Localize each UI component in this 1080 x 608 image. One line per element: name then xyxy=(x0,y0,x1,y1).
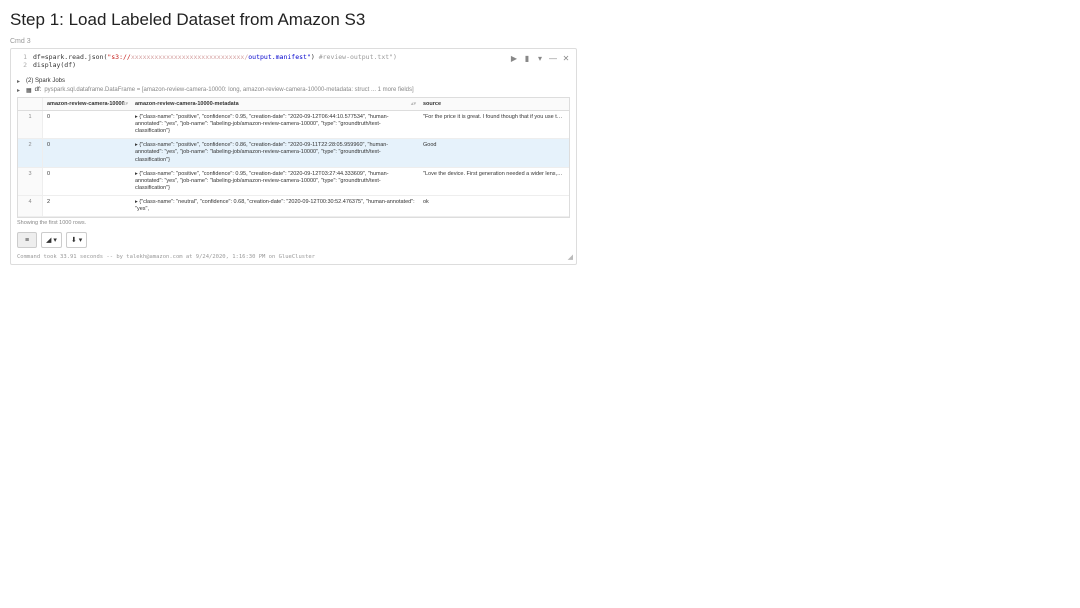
cell-metadata: ▸ {"class-name": "neutral", "confidence"… xyxy=(131,196,419,217)
cell-source: "Love the device. First generation neede… xyxy=(419,167,569,195)
chevron-down-icon[interactable]: ▾ xyxy=(536,54,544,62)
row-index: 4 xyxy=(18,196,43,217)
caret-right-icon: ▸ xyxy=(17,87,23,94)
cell-value: 2 xyxy=(43,196,132,217)
spark-jobs-toggle[interactable]: ▸ (2) Spark Jobs xyxy=(17,77,570,86)
table-row[interactable]: 4 2 ▸ {"class-name": "neutral", "confide… xyxy=(18,196,569,217)
cell-metadata: ▸ {"class-name": "positive", "confidence… xyxy=(131,110,419,138)
row-index: 2 xyxy=(18,139,43,167)
notebook-cell: ▶ ▮ ▾ — ✕ 1 df=spark.read.json("s3://xxx… xyxy=(10,48,577,265)
schema-text: pyspark.sql.dataframe.DataFrame = [amazo… xyxy=(44,87,413,93)
code-text: display(df) xyxy=(33,61,76,69)
bar-chart-icon[interactable]: ▮ xyxy=(523,54,531,62)
column-header[interactable]: amazon-review-camera-10000▴▾ xyxy=(43,98,132,111)
sort-icon: ▴▾ xyxy=(411,101,416,107)
code-text: df=spark.read.json("s3://xxxxxxxxxxxxxxx… xyxy=(33,53,397,61)
cell-metadata: ▸ {"class-name": "positive", "confidence… xyxy=(131,167,419,195)
line-number: 1 xyxy=(15,53,33,61)
cell-value: 0 xyxy=(43,110,132,138)
cell-toolbar: ▶ ▮ ▾ — ✕ xyxy=(510,54,570,62)
table-row[interactable]: 2 0 ▸ {"class-name": "positive", "confid… xyxy=(18,139,569,167)
run-icon[interactable]: ▶ xyxy=(510,54,518,62)
row-index: 1 xyxy=(18,110,43,138)
cell-source: Good xyxy=(419,139,569,167)
step-title: Step 1: Load Labeled Dataset from Amazon… xyxy=(10,10,1070,30)
table-row[interactable]: 1 0 ▸ {"class-name": "positive", "confid… xyxy=(18,110,569,138)
execution-footer: Command took 33.91 seconds -- by talekh@… xyxy=(11,252,576,264)
download-button[interactable]: ⬇▾ xyxy=(66,232,87,248)
spark-jobs-label: (2) Spark Jobs xyxy=(26,78,65,84)
caret-right-icon: ▸ xyxy=(17,78,23,85)
column-header[interactable]: source xyxy=(419,98,569,111)
schema-toggle[interactable]: ▸ ▦ df: pyspark.sql.dataframe.DataFrame … xyxy=(17,86,570,95)
chart-view-button[interactable]: ◢▾ xyxy=(41,232,62,248)
view-toolbar: ≡ ◢▾ ⬇▾ xyxy=(11,228,576,252)
result-table: amazon-review-camera-10000▴▾ amazon-revi… xyxy=(17,97,570,219)
line-number: 2 xyxy=(15,61,33,69)
table-view-button[interactable]: ≡ xyxy=(17,232,37,248)
minimize-icon[interactable]: — xyxy=(549,54,557,62)
row-index-header xyxy=(18,98,43,111)
row-index: 3 xyxy=(18,167,43,195)
table-icon: ▦ xyxy=(26,87,32,94)
row-count-label: Showing the first 1000 rows. xyxy=(11,218,576,228)
close-icon[interactable]: ✕ xyxy=(562,54,570,62)
cell-source: "For the price it is great. I found thou… xyxy=(419,110,569,138)
sort-icon: ▴▾ xyxy=(123,101,128,107)
cell-value: 0 xyxy=(43,167,132,195)
code-editor[interactable]: 1 df=spark.read.json("s3://xxxxxxxxxxxxx… xyxy=(11,49,576,74)
cell-source: ok xyxy=(419,196,569,217)
cell-value: 0 xyxy=(43,139,132,167)
resize-handle[interactable]: ◢ xyxy=(568,253,573,261)
cell-metadata: ▸ {"class-name": "positive", "confidence… xyxy=(131,139,419,167)
table-row[interactable]: 3 0 ▸ {"class-name": "positive", "confid… xyxy=(18,167,569,195)
schema-prefix: df: xyxy=(35,87,42,93)
cmd-label: Cmd 3 xyxy=(10,38,1070,45)
column-header[interactable]: amazon-review-camera-10000-metadata▴▾ xyxy=(131,98,419,111)
